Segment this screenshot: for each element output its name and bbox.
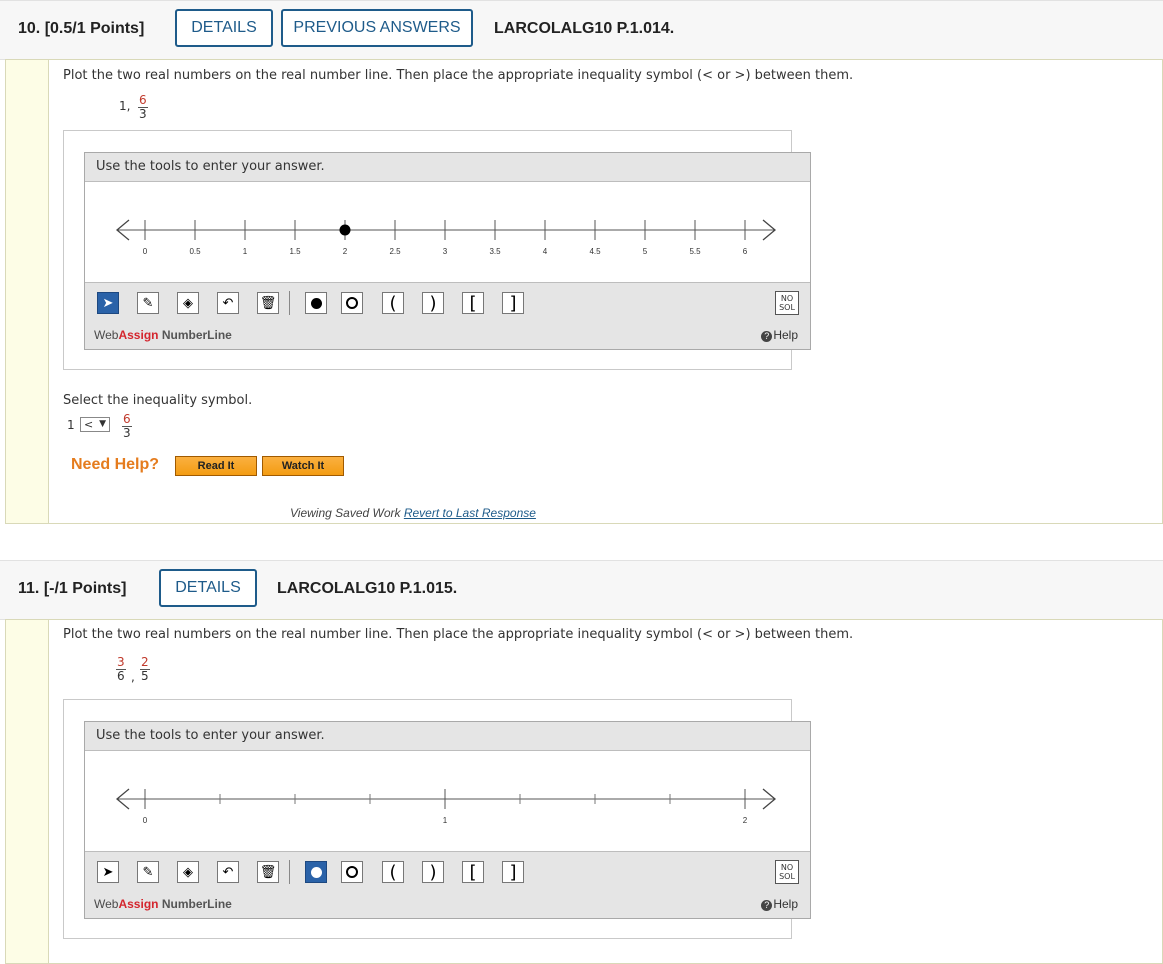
q11-numberline-widget: Use the tools to enter your answer. 012 … — [84, 721, 811, 919]
q10-closed-point-tool-icon[interactable] — [305, 292, 327, 314]
q10-help-icon: ? — [761, 331, 773, 342]
q11-number-line[interactable]: 0 1 2 — [85, 751, 810, 851]
q11-number: 11. [-/1 Points] — [18, 580, 127, 597]
q11-no-solution-button[interactable]: NO SOL — [775, 860, 799, 884]
q10-right-bracket-tool-icon[interactable]: ] — [502, 292, 524, 314]
q10-tick-label: 4 — [543, 247, 548, 256]
q11-tick-label: 0 — [143, 816, 148, 825]
q10-code: LARCOLALG10 P.1.014. — [494, 20, 675, 37]
q10-numberline-widget: Use the tools to enter your answer. 0 0.5… — [84, 152, 811, 350]
q11-webassign-logo: WebAssign NumberLine — [94, 897, 232, 911]
q10-tool-header: Use the tools to enter your answer. — [85, 153, 810, 182]
q10-tick-label: 6 — [743, 247, 748, 256]
q11-help-icon: ? — [761, 900, 773, 911]
q10-select-prompt: Select the inequality symbol. — [63, 393, 253, 408]
q10-watch-it-button[interactable]: Watch It — [262, 456, 344, 476]
q11-code: LARCOLALG10 P.1.015. — [277, 580, 458, 597]
q10-tick-label: 2 — [343, 247, 348, 256]
q10-help-link[interactable]: ? Help — [761, 328, 798, 342]
q10-header: 10. [0.5/1 Points] DETAILS PREVIOUS ANSW… — [0, 0, 1163, 60]
q11-tool-header: Use the tools to enter your answer. — [85, 722, 810, 751]
q11-tick-label: 2 — [743, 816, 748, 825]
q10-toolbar: ➤ ✎ ◈ ↶ 🗑 ( ) [ ] NO SOL — [85, 282, 810, 324]
q10-viewing-saved-work: Viewing Saved Work Revert to Last Respon… — [290, 506, 536, 520]
q10-need-help-label: Need Help? — [71, 456, 160, 473]
q10-tick-label: 3 — [443, 247, 448, 256]
q10-trash-tool-icon[interactable]: 🗑 — [257, 292, 279, 314]
q10-fraction: 63 — [138, 93, 148, 121]
q10-no-solution-button[interactable]: NO SOL — [775, 291, 799, 315]
q10-undo-tool-icon[interactable]: ↶ — [217, 292, 239, 314]
q10-tick-label: 0 — [143, 247, 148, 256]
q11-trash-tool-icon[interactable]: 🗑 — [257, 861, 279, 883]
q11-closed-point-tool-icon[interactable] — [305, 861, 327, 883]
q10-right-paren-tool-icon[interactable]: ) — [422, 292, 444, 314]
q10-tick-label: 1.5 — [289, 247, 301, 256]
q10-tick-label: 5 — [643, 247, 648, 256]
q11-left-bracket-tool-icon[interactable]: [ — [462, 861, 484, 883]
q11-details-button[interactable]: DETAILS — [159, 569, 257, 607]
q10-number: 10. [0.5/1 Points] — [18, 20, 145, 37]
q11-fraction-2: 25 — [140, 655, 150, 683]
q10-left-bracket-tool-icon[interactable]: [ — [462, 292, 484, 314]
q10-webassign-logo: WebAssign NumberLine — [94, 328, 232, 342]
q10-plotted-point — [339, 224, 351, 236]
q11-pencil-tool-icon[interactable]: ✎ — [137, 861, 159, 883]
q10-tick-label: 0.5 — [189, 247, 201, 256]
q11-tick-label: 1 — [443, 816, 448, 825]
q10-pointer-tool-icon[interactable]: ➤ — [97, 292, 119, 314]
q10-number-line[interactable]: 0 0.5 1 1.5 2 2.5 3 3.5 4 4.5 5 5.5 6 — [85, 182, 810, 282]
q10-tick-label: 2.5 — [389, 247, 401, 256]
q10-tick-label: 4.5 — [589, 247, 601, 256]
q10-tick-label: 5.5 — [689, 247, 701, 256]
q10-pencil-tool-icon[interactable]: ✎ — [137, 292, 159, 314]
q10-tick-label: 1 — [243, 247, 248, 256]
q11-header: 11. [-/1 Points] DETAILS LARCOLALG10 P.1… — [0, 560, 1163, 620]
q11-help-link[interactable]: ? Help — [761, 897, 798, 911]
chevron-down-icon: ▼ — [99, 419, 106, 429]
q10-eraser-tool-icon[interactable]: ◈ — [177, 292, 199, 314]
q10-revert-link[interactable]: Revert to Last Response — [404, 506, 536, 520]
q11-toolbar: ➤ ✎ ◈ ↶ 🗑 ( ) [ ] NO SOL — [85, 851, 810, 893]
q11-right-bracket-tool-icon[interactable]: ] — [502, 861, 524, 883]
q10-previous-answers-button[interactable]: PREVIOUS ANSWERS — [281, 9, 473, 47]
q10-tick-label: 3.5 — [489, 247, 501, 256]
q11-comma: , — [131, 670, 135, 684]
q11-left-paren-tool-icon[interactable]: ( — [382, 861, 404, 883]
q10-prompt: Plot the two real numbers on the real nu… — [63, 68, 854, 83]
q10-left-paren-tool-icon[interactable]: ( — [382, 292, 404, 314]
q10-open-point-tool-icon[interactable] — [341, 292, 363, 314]
q11-prompt: Plot the two real numbers on the real nu… — [63, 627, 854, 642]
q11-undo-tool-icon[interactable]: ↶ — [217, 861, 239, 883]
q10-read-it-button[interactable]: Read It — [175, 456, 257, 476]
q10-first-number: 1, — [119, 99, 131, 113]
q10-details-button[interactable]: DETAILS — [175, 9, 273, 47]
q10-select-left-number: 1 — [67, 418, 75, 432]
q10-select-fraction: 63 — [122, 412, 132, 440]
q11-numberline-footer: WebAssign NumberLine ? Help — [85, 892, 810, 918]
q11-eraser-tool-icon[interactable]: ◈ — [177, 861, 199, 883]
q11-fraction-1: 36 — [116, 655, 126, 683]
q11-open-point-tool-icon[interactable] — [341, 861, 363, 883]
q10-inequality-select[interactable]: < ▼ — [80, 417, 110, 432]
q11-pointer-tool-icon[interactable]: ➤ — [97, 861, 119, 883]
q10-numberline-footer: WebAssign NumberLine ? Help — [85, 323, 810, 349]
q11-right-paren-tool-icon[interactable]: ) — [422, 861, 444, 883]
